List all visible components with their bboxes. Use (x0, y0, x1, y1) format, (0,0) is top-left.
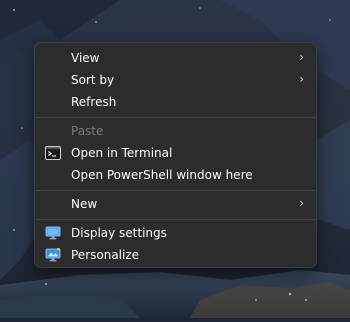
terminal-icon (45, 146, 61, 160)
menu-item-label: Open PowerShell window here (71, 168, 253, 182)
menu-separator (35, 190, 316, 191)
menu-item-personalize[interactable]: Personalize (39, 244, 312, 266)
menu-item-label: Paste (71, 124, 104, 138)
menu-item-label: Refresh (71, 95, 117, 109)
menu-item-label: Open in Terminal (71, 146, 173, 160)
chevron-right-icon: › (299, 196, 304, 210)
menu-item-label: Display settings (71, 226, 167, 240)
menu-item-sort-by[interactable]: Sort by › (39, 69, 312, 91)
menu-separator (35, 117, 316, 118)
menu-item-paste: Paste (39, 120, 312, 142)
menu-item-open-in-terminal[interactable]: Open in Terminal (39, 142, 312, 164)
menu-item-label: View (71, 51, 100, 65)
menu-item-refresh[interactable]: Refresh (39, 91, 312, 113)
personalize-icon (45, 247, 61, 262)
chevron-right-icon: › (299, 50, 304, 64)
menu-item-open-powershell[interactable]: Open PowerShell window here (39, 164, 312, 186)
menu-separator (35, 219, 316, 220)
display-icon (45, 226, 61, 240)
menu-item-display-settings[interactable]: Display settings (39, 222, 312, 244)
chevron-right-icon: › (299, 72, 304, 86)
menu-item-label: Sort by (71, 73, 115, 87)
menu-item-view[interactable]: View › (39, 47, 312, 69)
menu-item-label: New (71, 197, 98, 211)
menu-item-label: Personalize (71, 248, 140, 262)
desktop-context-menu: View › Sort by › Refresh Paste Open in T… (34, 42, 317, 268)
menu-item-new[interactable]: New › (39, 193, 312, 215)
